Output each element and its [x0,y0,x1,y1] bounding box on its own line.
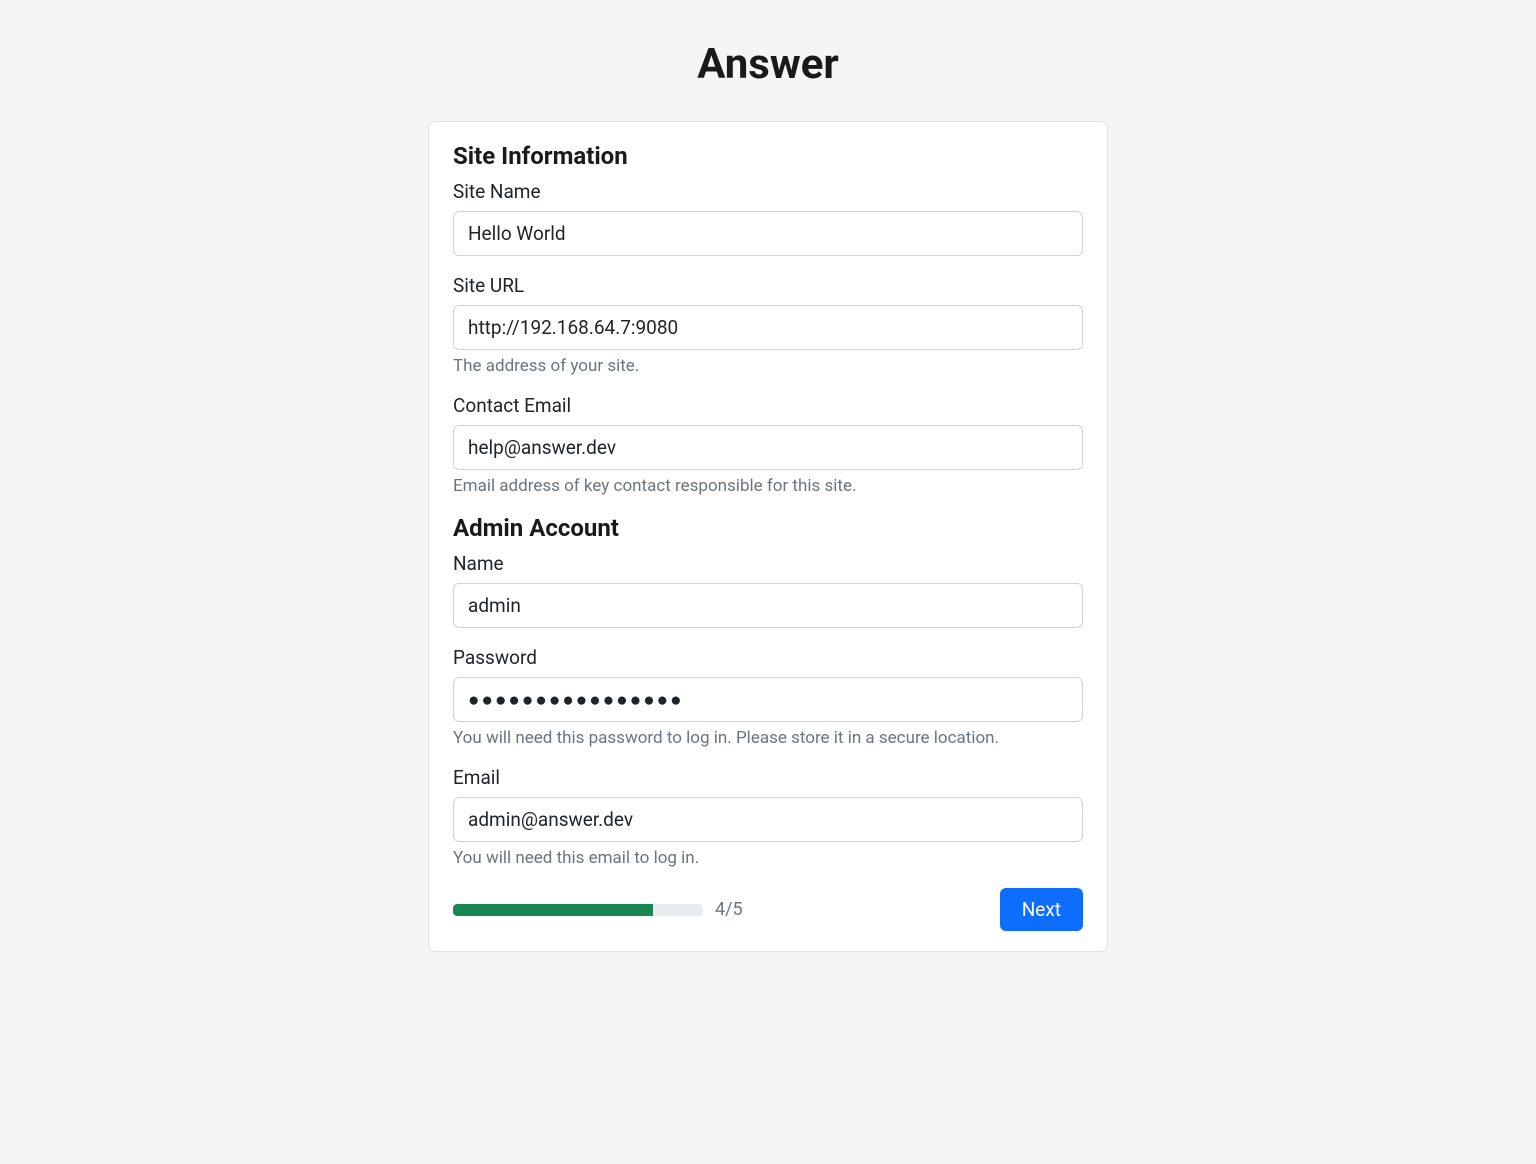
progress-text: 4/5 [715,899,743,920]
next-button[interactable]: Next [1000,888,1083,931]
admin-account-heading: Admin Account [453,514,1083,542]
site-name-input[interactable] [453,211,1083,256]
admin-email-group: Email You will need this email to log in… [453,766,1083,868]
admin-password-help: You will need this password to log in. P… [453,728,1083,748]
admin-password-input[interactable] [453,677,1083,722]
admin-password-label: Password [453,646,1083,669]
site-url-group: Site URL The address of your site. [453,274,1083,376]
admin-name-label: Name [453,552,1083,575]
admin-password-group: Password You will need this password to … [453,646,1083,748]
progress-wrap: 4/5 [453,899,743,920]
site-url-input[interactable] [453,305,1083,350]
contact-email-help: Email address of key contact responsible… [453,476,1083,496]
site-url-label: Site URL [453,274,1083,297]
contact-email-label: Contact Email [453,394,1083,417]
site-url-help: The address of your site. [453,356,1083,376]
admin-name-input[interactable] [453,583,1083,628]
admin-email-label: Email [453,766,1083,789]
site-name-group: Site Name [453,180,1083,256]
contact-email-input[interactable] [453,425,1083,470]
site-info-heading: Site Information [453,142,1083,170]
admin-email-input[interactable] [453,797,1083,842]
setup-card: Site Information Site Name Site URL The … [428,121,1108,952]
page-title: Answer [428,40,1108,89]
admin-email-help: You will need this email to log in. [453,848,1083,868]
footer-row: 4/5 Next [453,888,1083,931]
progress-bar [453,904,703,916]
contact-email-group: Contact Email Email address of key conta… [453,394,1083,496]
progress-fill [453,904,653,916]
site-name-label: Site Name [453,180,1083,203]
admin-name-group: Name [453,552,1083,628]
